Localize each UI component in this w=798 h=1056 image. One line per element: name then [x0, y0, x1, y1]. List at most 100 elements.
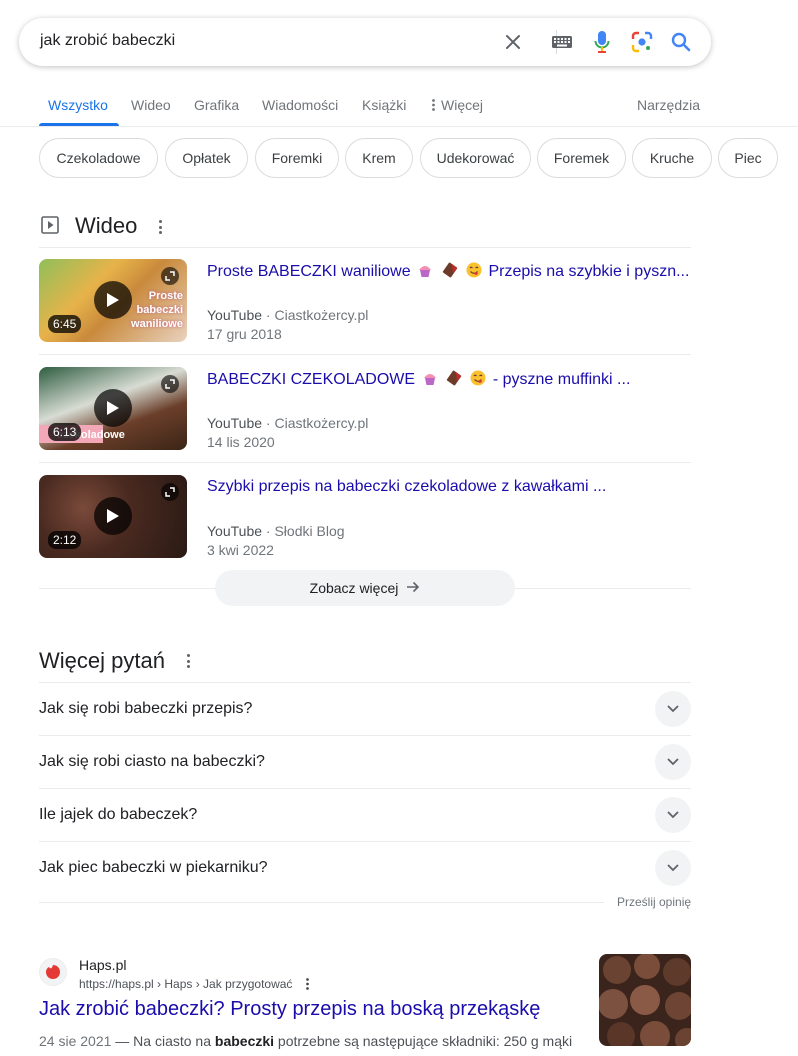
video-platform: YouTube — [207, 307, 263, 323]
video-source: YouTube · Słodki Blog — [207, 523, 345, 539]
tab-images[interactable]: Grafika — [194, 97, 239, 113]
video-title-text: Proste BABECZKI waniliowe — [207, 263, 411, 280]
video-channel: Ciastkożercy.pl — [274, 307, 369, 323]
question-item[interactable]: Ile jajek do babeczek? — [39, 806, 197, 824]
chip-piec[interactable]: Piec — [718, 138, 778, 178]
clear-icon[interactable] — [501, 30, 525, 54]
video-channel: Ciastkożercy.pl — [274, 415, 369, 431]
search-bar[interactable]: jak zrobić babeczki — [19, 18, 711, 66]
play-icon — [94, 497, 132, 535]
video-thumbnail[interactable]: czekoladowe 6:13 — [39, 367, 187, 450]
expand-icon — [161, 375, 179, 393]
see-more-label: Zobacz więcej — [309, 580, 399, 596]
question-item[interactable]: Jak się robi babeczki przepis? — [39, 700, 252, 718]
expand-icon — [161, 483, 179, 501]
chip-foremek[interactable]: Foremek — [537, 138, 626, 178]
cupcake-icon — [417, 262, 433, 283]
yum-face-icon — [470, 370, 486, 391]
divider — [39, 247, 691, 248]
play-icon — [94, 281, 132, 319]
questions-title: Więcej pytań — [39, 648, 165, 673]
video-source: YouTube · Ciastkożercy.pl — [207, 307, 369, 323]
divider — [39, 354, 691, 355]
tab-video[interactable]: Wideo — [131, 97, 171, 113]
video-date: 17 gru 2018 — [207, 326, 282, 342]
video-duration: 6:45 — [48, 315, 82, 333]
video-title-link[interactable]: Proste BABECZKI waniliowe Przepis na szy… — [207, 262, 691, 283]
tab-books[interactable]: Książki — [362, 97, 406, 113]
video-title-text-rest: - pyszne muffinki ... — [492, 371, 631, 388]
video-platform: YouTube — [207, 415, 263, 431]
more-vert-icon — [432, 98, 435, 111]
video-channel: Słodki Blog — [274, 523, 345, 539]
question-item[interactable]: Jak piec babeczki w piekarniku? — [39, 859, 268, 877]
video-section-icon — [41, 216, 59, 234]
microphone-icon[interactable] — [590, 30, 614, 54]
video-source: YouTube · Ciastkożercy.pl — [207, 415, 369, 431]
chevron-down-icon[interactable] — [655, 691, 691, 727]
chip-kruche[interactable]: Kruche — [632, 138, 712, 178]
questions-menu-icon[interactable] — [186, 654, 190, 668]
video-date: 14 lis 2020 — [207, 434, 275, 450]
arrow-right-icon — [406, 580, 420, 596]
site-url[interactable]: https://haps.pl › Haps › Jak przygotować — [79, 977, 309, 991]
video-title-link[interactable]: BABECZKI CZEKOLADOWE - pyszne muffinki .… — [207, 370, 691, 391]
chip-czekoladowe[interactable]: Czekoladowe — [39, 138, 158, 178]
tab-news[interactable]: Wiadomości — [262, 97, 338, 113]
site-name[interactable]: Haps.pl — [79, 957, 126, 973]
divider — [39, 682, 691, 683]
video-duration: 6:13 — [48, 423, 82, 441]
video-title-text-rest: Przepis na szybkie i pyszn... — [488, 263, 690, 280]
chip-foremki[interactable]: Foremki — [255, 138, 339, 178]
chevron-down-icon[interactable] — [655, 797, 691, 833]
search-tabs: Wszystko Wideo Grafika Wiadomości Książk… — [0, 84, 798, 127]
yum-face-icon — [466, 262, 482, 283]
expand-icon — [161, 267, 179, 285]
divider — [39, 902, 604, 903]
video-section-title: Wideo — [75, 213, 138, 238]
lens-icon[interactable] — [630, 30, 654, 54]
tab-all[interactable]: Wszystko — [48, 97, 108, 113]
divider — [39, 462, 691, 463]
chip-krem[interactable]: Krem — [345, 138, 413, 178]
thumbnail-overlay-text: Proste babeczki waniliowe — [131, 290, 183, 330]
chocolate-icon — [442, 262, 458, 283]
question-item[interactable]: Jak się robi ciasto na babeczki? — [39, 753, 265, 771]
video-thumbnail[interactable]: Proste babeczki waniliowe 6:45 — [39, 259, 187, 342]
video-title-link[interactable]: Szybki przepis na babeczki czekoladowe z… — [207, 478, 691, 496]
snippet-text-rest: potrzebne są następujące składniki: 250 … — [274, 1033, 573, 1049]
chocolate-icon — [446, 370, 462, 391]
tab-more-label: Więcej — [441, 97, 484, 113]
chevron-down-icon[interactable] — [655, 850, 691, 886]
video-section-menu-icon[interactable] — [158, 220, 162, 234]
feedback-link[interactable]: Prześlij opinię — [617, 895, 691, 909]
video-thumbnail[interactable]: 2:12 — [39, 475, 187, 558]
divider — [39, 841, 691, 842]
play-icon — [94, 389, 132, 427]
keyboard-icon[interactable] — [550, 30, 574, 54]
cupcake-icon — [422, 370, 438, 391]
chip-udekorowac[interactable]: Udekorować — [420, 138, 531, 178]
tools-button[interactable]: Narzędzia — [637, 97, 700, 113]
chip-oplatek[interactable]: Opłatek — [165, 138, 248, 178]
snippet-text: — Na ciasto na — [111, 1033, 215, 1049]
active-tab-indicator — [39, 123, 119, 126]
tab-more[interactable]: Więcej — [432, 97, 483, 113]
divider — [39, 788, 691, 789]
snippet-highlight: babeczki — [214, 1033, 275, 1049]
search-input[interactable]: jak zrobić babeczki — [40, 32, 175, 50]
result-snippet: 24 sie 2021 — Na ciasto na babeczki potr… — [39, 1030, 584, 1052]
search-icon[interactable] — [669, 30, 693, 54]
result-menu-icon[interactable] — [305, 978, 309, 990]
video-date: 3 kwi 2022 — [207, 542, 274, 558]
chevron-down-icon[interactable] — [655, 744, 691, 780]
video-platform: YouTube — [207, 523, 263, 539]
divider — [39, 735, 691, 736]
site-favicon — [39, 958, 67, 986]
video-title-text: BABECZKI CZEKOLADOWE — [207, 371, 416, 388]
site-url-text: https://haps.pl › Haps › Jak przygotować — [79, 977, 293, 991]
see-more-videos-button[interactable]: Zobacz więcej — [215, 570, 515, 606]
result-thumbnail[interactable] — [599, 954, 691, 1046]
result-date: 24 sie 2021 — [39, 1033, 112, 1049]
result-title-link[interactable]: Jak zrobić babeczki? Prosty przepis na b… — [39, 998, 540, 1021]
